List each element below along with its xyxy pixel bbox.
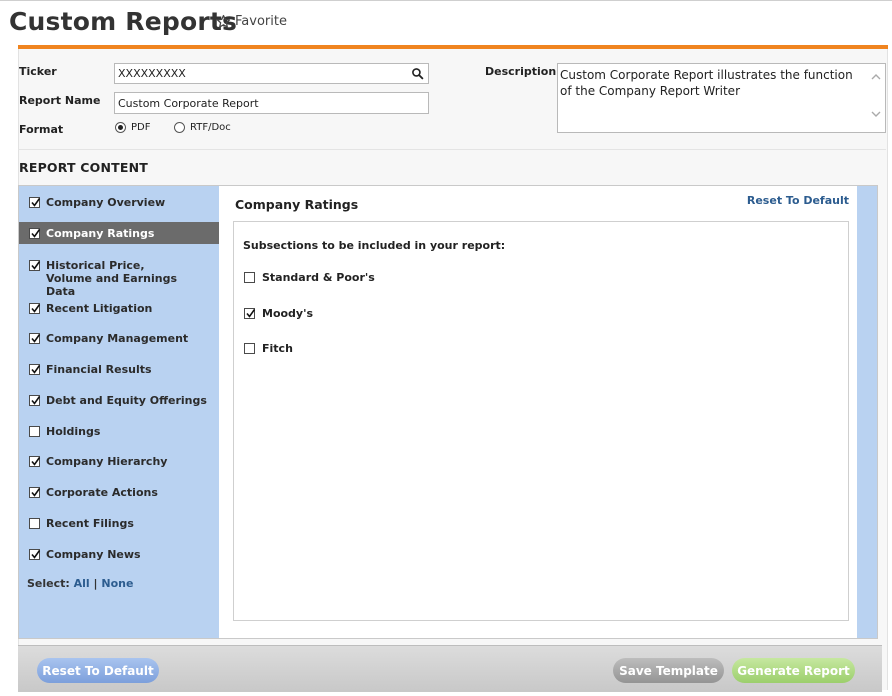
report-name-label: Report Name: [19, 94, 101, 107]
favorite-label: Favorite: [235, 14, 287, 29]
format-label: Format: [19, 123, 64, 136]
sidebar-item-recent-litigation[interactable]: Recent Litigation: [19, 302, 219, 315]
format-radio-rtf[interactable]: RTF/Doc: [174, 122, 231, 133]
report-name-value: Custom Corporate Report: [118, 96, 259, 110]
description-textarea[interactable]: Custom Corporate Report illustrates the …: [557, 63, 886, 133]
subsection-moodys[interactable]: Moody's: [244, 307, 313, 320]
sidebar-item-company-overview[interactable]: Company Overview: [19, 196, 219, 209]
top-border: [0, 0, 892, 1]
checkbox-unchecked-icon[interactable]: [244, 272, 255, 283]
description-label: Description: [485, 65, 557, 78]
checkbox-checked-icon[interactable]: [29, 197, 41, 208]
checkbox-unchecked-icon[interactable]: [29, 426, 40, 437]
radio-selected-icon: [115, 122, 126, 133]
format-option-label: RTF/Doc: [190, 122, 231, 133]
sidebar-item-label: Company Overview: [46, 196, 166, 209]
section-sidebar: Company Overview Company Ratings Histori…: [19, 186, 228, 638]
radio-unselected-icon: [174, 122, 185, 133]
format-radio-pdf[interactable]: PDF: [115, 122, 150, 133]
ticker-input[interactable]: XXXXXXXXX: [114, 63, 429, 84]
subsection-label: Standard & Poor's: [262, 271, 375, 284]
subsection-fitch[interactable]: Fitch: [244, 342, 293, 355]
sidebar-item-label: Company Management: [46, 332, 189, 345]
select-all-link[interactable]: All: [74, 577, 90, 590]
sidebar-item-company-ratings[interactable]: Company Ratings: [19, 222, 228, 244]
footer-bar: Reset To Default Save Template Generate …: [18, 645, 882, 692]
search-icon[interactable]: [411, 67, 424, 83]
sidebar-item-label: Corporate Actions: [46, 486, 158, 499]
subsection-standard-poors[interactable]: Standard & Poor's: [244, 271, 375, 284]
star-icon: [216, 14, 231, 29]
description-value: Custom Corporate Report illustrates the …: [560, 68, 853, 98]
sidebar-item-company-news[interactable]: Company News: [19, 548, 219, 561]
sidebar-item-label: Recent Litigation: [46, 302, 153, 315]
page-title: Custom Reports: [9, 7, 238, 36]
scroll-up-icon[interactable]: [871, 68, 881, 84]
ticker-value: XXXXXXXXX: [118, 67, 186, 80]
select-none-link[interactable]: None: [101, 577, 133, 590]
sidebar-item-recent-filings[interactable]: Recent Filings: [19, 517, 219, 530]
reset-to-default-button[interactable]: Reset To Default: [37, 658, 159, 683]
report-content-title: REPORT CONTENT: [19, 160, 149, 175]
sidebar-item-company-hierarchy[interactable]: Company Hierarchy: [19, 455, 219, 468]
sidebar-item-holdings[interactable]: Holdings: [19, 425, 219, 438]
sidebar-item-company-management[interactable]: Company Management: [19, 332, 219, 345]
subsections-box: Subsections to be included in your repor…: [233, 221, 849, 621]
favorite-button[interactable]: Favorite: [216, 14, 287, 29]
select-row: Select: All | None: [27, 577, 133, 590]
section-detail-panel: Company Ratings Reset To Default Subsect…: [219, 186, 857, 638]
sidebar-item-financial-results[interactable]: Financial Results: [19, 363, 219, 376]
sidebar-item-debt-equity[interactable]: Debt and Equity Offerings: [19, 394, 219, 407]
checkbox-checked-icon[interactable]: [29, 364, 41, 375]
sidebar-item-label: Debt and Equity Offerings: [46, 394, 207, 407]
detail-title: Company Ratings: [235, 197, 359, 212]
report-name-input[interactable]: Custom Corporate Report: [114, 92, 429, 114]
subsection-label: Moody's: [262, 307, 314, 320]
checkbox-checked-icon[interactable]: [29, 260, 41, 271]
checkbox-unchecked-icon[interactable]: [244, 343, 255, 354]
sidebar-item-corporate-actions[interactable]: Corporate Actions: [19, 486, 219, 499]
checkbox-checked-icon[interactable]: [29, 303, 41, 314]
reset-to-default-link[interactable]: Reset To Default: [747, 194, 849, 207]
checkbox-unchecked-icon[interactable]: [29, 518, 40, 529]
format-option-label: PDF: [131, 122, 151, 133]
sidebar-item-label: Company Ratings: [46, 226, 155, 240]
divider: [18, 149, 886, 150]
sidebar-item-historical-price[interactable]: Historical Price, Volume and Earnings Da…: [19, 259, 209, 298]
sidebar-item-label: Recent Filings: [46, 517, 134, 530]
sidebar-item-label: Financial Results: [46, 363, 152, 376]
select-label: Select:: [27, 577, 70, 590]
accent-bar: [18, 45, 888, 49]
checkbox-checked-icon[interactable]: [29, 227, 41, 239]
checkbox-checked-icon[interactable]: [29, 456, 41, 467]
subsection-label: Fitch: [262, 342, 293, 355]
checkbox-checked-icon[interactable]: [29, 487, 41, 498]
subsections-label: Subsections to be included in your repor…: [243, 239, 506, 252]
checkbox-checked-icon[interactable]: [29, 333, 41, 344]
sidebar-item-label: Holdings: [46, 425, 101, 438]
ticker-label: Ticker: [19, 65, 57, 78]
checkbox-checked-icon[interactable]: [29, 549, 41, 560]
sidebar-item-label: Company News: [46, 548, 141, 561]
save-template-button[interactable]: Save Template: [613, 658, 724, 683]
checkbox-checked-icon[interactable]: [29, 395, 41, 406]
scroll-down-icon[interactable]: [871, 106, 881, 122]
sidebar-item-label: Historical Price, Volume and Earnings Da…: [46, 259, 177, 298]
checkbox-checked-icon[interactable]: [244, 308, 256, 319]
select-separator: |: [93, 577, 98, 590]
generate-report-button[interactable]: Generate Report: [732, 658, 855, 683]
sidebar-item-label: Company Hierarchy: [46, 455, 168, 468]
right-scrollbar[interactable]: [857, 186, 877, 638]
